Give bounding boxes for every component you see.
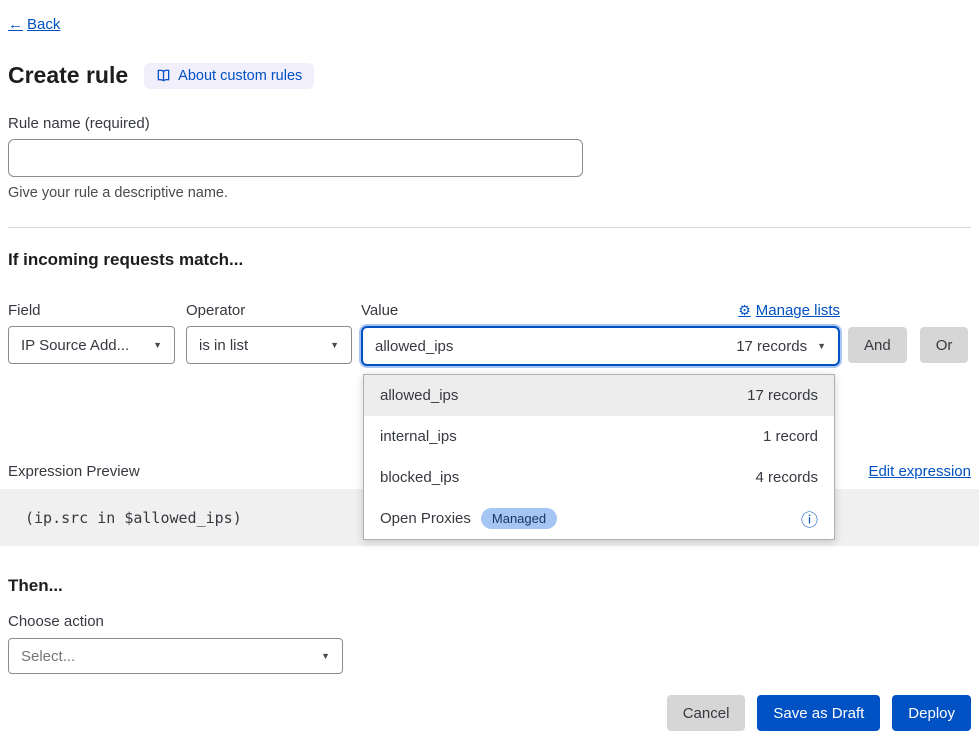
edit-expression-link[interactable]: Edit expression [868, 463, 971, 480]
cancel-button[interactable]: Cancel [667, 695, 746, 731]
rule-name-helper: Give your rule a descriptive name. [8, 185, 971, 201]
chevron-down-icon: ▼ [330, 340, 339, 350]
section-divider [8, 227, 971, 228]
or-button[interactable]: Or [920, 327, 969, 363]
deploy-button[interactable]: Deploy [892, 695, 971, 731]
match-labels-row: Field Operator Value ⚙ Manage lists [8, 302, 971, 319]
list-option-internal-ips[interactable]: internal_ips 1 record [364, 416, 834, 457]
manage-lists-label: Manage lists [756, 302, 840, 319]
back-label: Back [27, 16, 60, 33]
list-option-allowed-ips[interactable]: allowed_ips 17 records [364, 375, 834, 416]
choose-action-label: Choose action [8, 613, 971, 630]
operator-select-value: is in list [199, 337, 248, 354]
and-button[interactable]: And [848, 327, 907, 363]
value-label: Value [361, 302, 398, 319]
action-select[interactable]: Select... ▼ [8, 638, 343, 674]
about-custom-rules-link[interactable]: About custom rules [144, 63, 314, 89]
list-option-meta: 1 record [763, 428, 818, 445]
page-title: Create rule [8, 62, 128, 89]
then-section-heading: Then... [8, 576, 971, 596]
rule-name-label: Rule name (required) [8, 115, 971, 132]
list-option-name: blocked_ips [380, 469, 459, 486]
chevron-down-icon: ▼ [153, 340, 162, 350]
gear-icon: ⚙ [738, 302, 751, 319]
operator-label: Operator [186, 302, 352, 319]
info-icon[interactable]: ⓘ [801, 506, 818, 531]
create-rule-page: ← Back Create rule About custom rules Ru… [0, 0, 979, 731]
list-option-meta: 17 records [747, 387, 818, 404]
back-link[interactable]: ← Back [8, 16, 60, 33]
value-select[interactable]: allowed_ips 17 records ▼ [361, 326, 840, 366]
about-custom-rules-label: About custom rules [178, 68, 302, 84]
manage-lists-link[interactable]: ⚙ Manage lists [738, 302, 840, 319]
footer-actions: Cancel Save as Draft Deploy [8, 695, 971, 731]
value-select-value: allowed_ips [375, 338, 453, 355]
field-label: Field [8, 302, 175, 319]
list-option-name: internal_ips [380, 428, 457, 445]
expression-preview-label: Expression Preview [8, 463, 140, 480]
chevron-down-icon: ▼ [321, 651, 330, 661]
match-controls-row: IP Source Add... ▼ is in list ▼ allowed_… [8, 326, 971, 366]
value-dropdown-menu: allowed_ips 17 records internal_ips 1 re… [363, 374, 835, 540]
list-option-name: Open Proxies [380, 510, 471, 527]
field-select-value: IP Source Add... [21, 337, 129, 354]
action-select-placeholder: Select... [21, 648, 75, 665]
list-option-meta: 4 records [755, 469, 818, 486]
title-row: Create rule About custom rules [8, 62, 971, 89]
list-option-name: allowed_ips [380, 387, 458, 404]
chevron-down-icon: ▼ [817, 341, 826, 351]
match-section-heading: If incoming requests match... [8, 250, 971, 270]
rule-name-input[interactable] [8, 139, 583, 177]
value-select-meta: 17 records [736, 338, 807, 355]
operator-select[interactable]: is in list ▼ [186, 326, 352, 364]
list-option-open-proxies[interactable]: Open Proxies Managed ⓘ [364, 498, 834, 539]
field-select[interactable]: IP Source Add... ▼ [8, 326, 175, 364]
list-option-blocked-ips[interactable]: blocked_ips 4 records [364, 457, 834, 498]
back-arrow-icon: ← [8, 16, 23, 33]
managed-badge: Managed [481, 508, 557, 529]
save-as-draft-button[interactable]: Save as Draft [757, 695, 880, 731]
book-icon [156, 68, 171, 83]
